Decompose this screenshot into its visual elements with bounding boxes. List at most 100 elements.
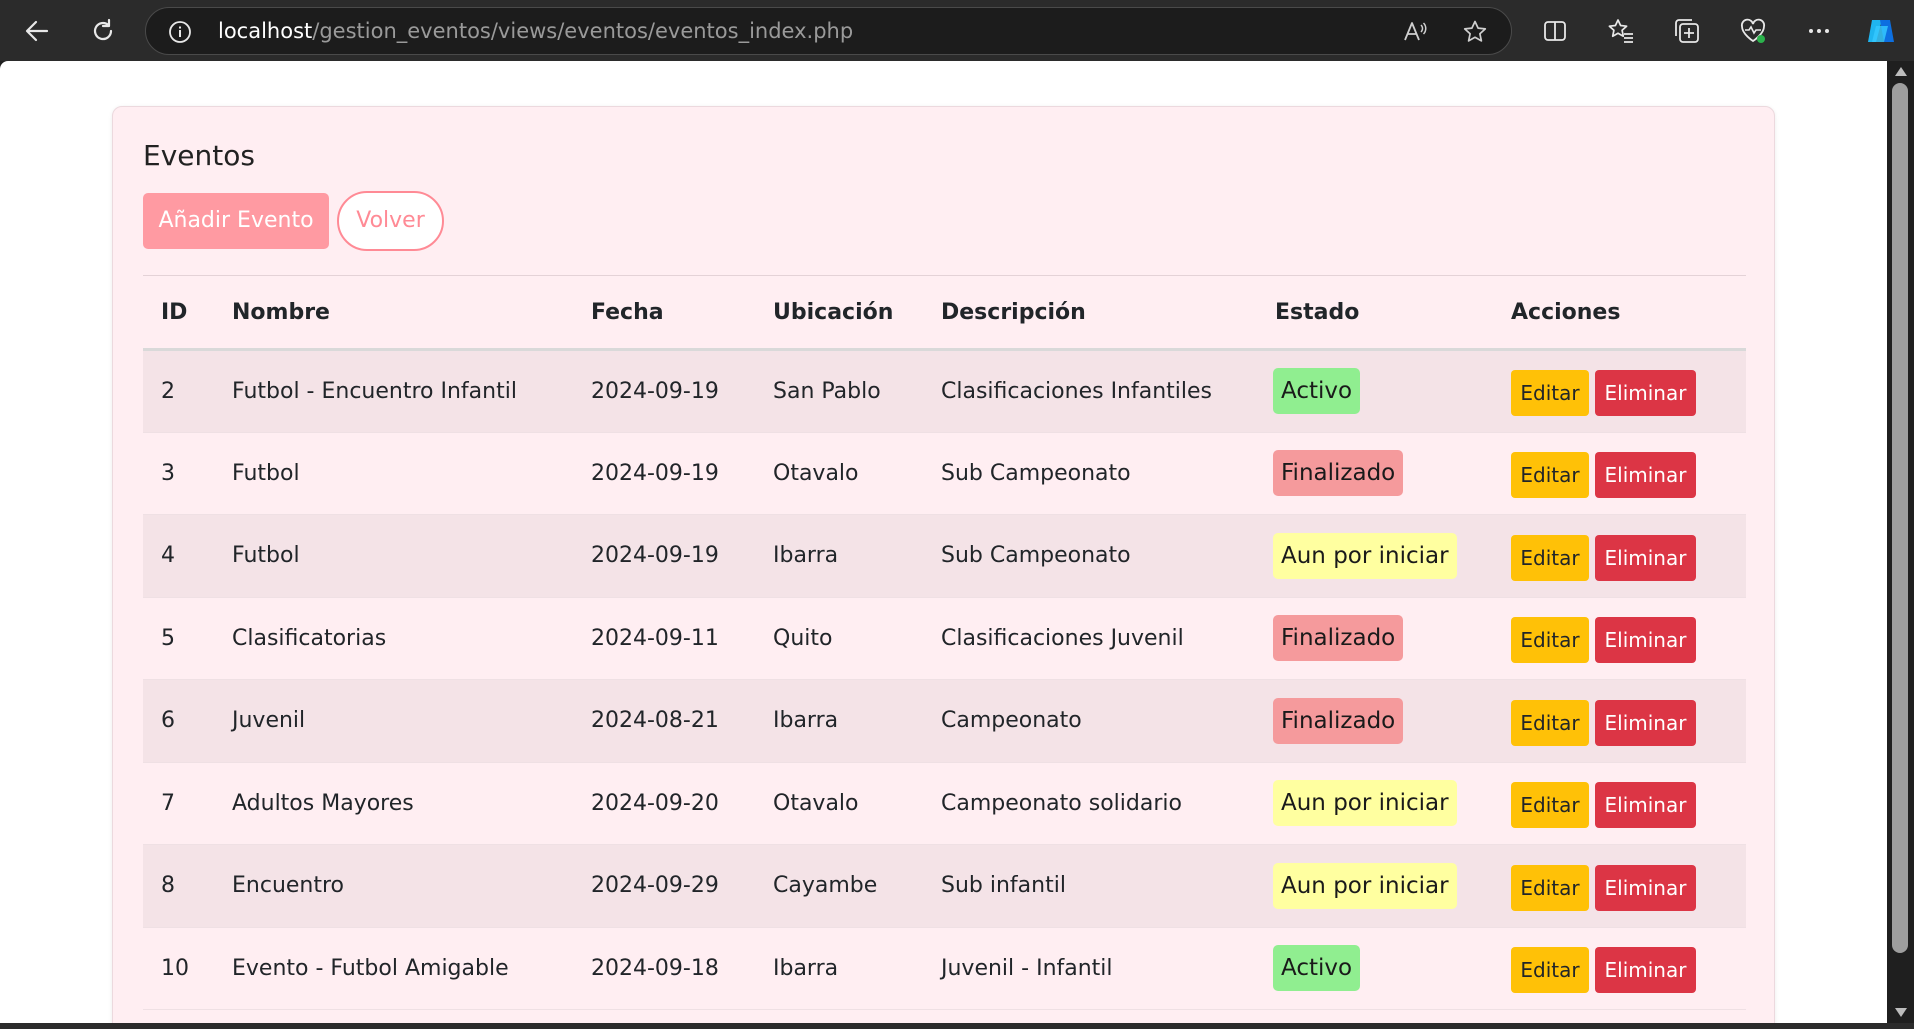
add-event-button[interactable]: Añadir Evento [143, 193, 329, 249]
back-arrow-icon[interactable] [16, 10, 58, 52]
browser-essentials-icon[interactable] [1732, 10, 1774, 52]
browser-toolbar: localhost/gestion_eventos/views/eventos/… [0, 0, 1914, 61]
edit-button[interactable]: Editar [1511, 534, 1589, 581]
favorite-star-icon[interactable] [1462, 19, 1488, 45]
edit-button[interactable]: Editar [1511, 782, 1589, 829]
scroll-down-arrow-icon[interactable] [1895, 1008, 1907, 1017]
cell-descripcion: Clasificaciones Juvenil [923, 597, 1257, 680]
cell-ubicacion: Quito [755, 597, 923, 680]
cell-ubicacion: Otavalo [755, 762, 923, 845]
copilot-icon[interactable] [1860, 10, 1902, 52]
refresh-icon[interactable] [82, 10, 124, 52]
edit-button[interactable]: Editar [1511, 452, 1589, 499]
delete-button[interactable]: Eliminar [1595, 370, 1696, 417]
cell-id: 5 [143, 597, 214, 680]
cell-estado: Finalizado [1257, 597, 1493, 680]
cell-id: 4 [143, 514, 214, 598]
edit-button[interactable]: Editar [1511, 617, 1589, 664]
cell-estado: Activo [1257, 927, 1493, 1010]
edit-button[interactable]: Editar [1511, 864, 1589, 911]
cell-fecha: 2024-09-11 [573, 597, 755, 680]
cell-descripcion: Juvenil - Infantil [923, 927, 1257, 1010]
info-icon[interactable] [168, 20, 192, 44]
delete-button[interactable]: Eliminar [1595, 617, 1696, 664]
table-row: 4 Futbol 2024-09-19 Ibarra Sub Campeonato Aun… [143, 514, 1746, 598]
cell-estado: Finalizado [1257, 432, 1493, 515]
cell-fecha: 2024-09-19 [573, 349, 755, 433]
header-acciones: Acciones [1493, 275, 1746, 351]
events-table-body: 2 Futbol - Encuentro Infantil 2024-09-19 Sa… [143, 349, 1746, 1010]
cell-acciones: Editar Eliminar [1493, 844, 1746, 928]
delete-button[interactable]: Eliminar [1595, 864, 1696, 911]
table-row: 6 Juvenil 2024-08-21 Ibarra Campeonato Finali… [143, 679, 1746, 763]
cell-nombre: Clasificatorias [214, 597, 573, 680]
status-badge: Aun por iniciar [1273, 532, 1457, 579]
table-row: 8 Encuentro 2024-09-29 Cayambe Sub infantil A… [143, 844, 1746, 928]
cell-ubicacion: Cayambe [755, 844, 923, 928]
cell-descripcion: Campeonato solidario [923, 762, 1257, 845]
cell-nombre: Encuentro [214, 844, 573, 928]
delete-button[interactable]: Eliminar [1595, 947, 1696, 994]
cell-descripcion: Clasificaciones Infantiles [923, 349, 1257, 433]
window-bottom-edge [0, 1023, 1914, 1029]
table-row: 3 Futbol 2024-09-19 Otavalo Sub Campeonato Fi… [143, 432, 1746, 515]
cell-descripcion: Campeonato [923, 679, 1257, 763]
edit-button[interactable]: Editar [1511, 947, 1589, 994]
more-icon[interactable] [1798, 10, 1840, 52]
delete-button[interactable]: Eliminar [1595, 782, 1696, 829]
cell-id: 2 [143, 349, 214, 433]
cell-ubicacion: Ibarra [755, 679, 923, 763]
cell-acciones: Editar Eliminar [1493, 514, 1746, 598]
cell-estado: Aun por iniciar [1257, 762, 1493, 845]
cell-nombre: Evento - Futbol Amigable [214, 927, 573, 1010]
cell-fecha: 2024-09-29 [573, 844, 755, 928]
status-badge: Finalizado [1273, 615, 1404, 662]
cell-acciones: Editar Eliminar [1493, 762, 1746, 845]
events-card: Eventos Añadir Evento Volver ID Nombre F… [112, 106, 1775, 1023]
url-text[interactable]: localhost/gestion_eventos/views/eventos/… [218, 19, 853, 43]
status-badge: Activo [1273, 368, 1361, 415]
header-nombre: Nombre [214, 275, 573, 351]
cell-fecha: 2024-08-21 [573, 679, 755, 763]
back-button[interactable]: Volver [337, 191, 444, 251]
edit-button[interactable]: Editar [1511, 699, 1589, 746]
vertical-scrollbar[interactable] [1887, 61, 1914, 1023]
cell-acciones: Editar Eliminar [1493, 349, 1746, 433]
collections-icon[interactable] [1666, 10, 1708, 52]
cell-acciones: Editar Eliminar [1493, 927, 1746, 1010]
cell-nombre: Futbol [214, 514, 573, 598]
cell-ubicacion: Otavalo [755, 432, 923, 515]
delete-button[interactable]: Eliminar [1595, 534, 1696, 581]
header-id: ID [143, 275, 214, 351]
cell-id: 3 [143, 432, 214, 515]
cell-estado: Finalizado [1257, 679, 1493, 763]
read-aloud-icon[interactable] [1402, 19, 1428, 45]
cell-estado: Activo [1257, 349, 1493, 433]
cell-descripcion: Sub Campeonato [923, 514, 1257, 598]
delete-button[interactable]: Eliminar [1595, 699, 1696, 746]
header-fecha: Fecha [573, 275, 755, 351]
delete-button[interactable]: Eliminar [1595, 452, 1696, 499]
cell-fecha: 2024-09-19 [573, 514, 755, 598]
cell-ubicacion: San Pablo [755, 349, 923, 433]
favorites-icon[interactable] [1600, 10, 1642, 52]
events-table: ID Nombre Fecha Ubicación Descripción Es… [143, 275, 1746, 1010]
split-screen-icon[interactable] [1534, 10, 1576, 52]
address-bar[interactable]: localhost/gestion_eventos/views/eventos/… [145, 7, 1512, 55]
cell-descripcion: Sub infantil [923, 844, 1257, 928]
cell-descripcion: Sub Campeonato [923, 432, 1257, 515]
page-title: Eventos [143, 139, 255, 172]
scroll-thumb[interactable] [1892, 83, 1908, 953]
cell-acciones: Editar Eliminar [1493, 597, 1746, 680]
table-header-row: ID Nombre Fecha Ubicación Descripción Es… [143, 275, 1746, 351]
edit-button[interactable]: Editar [1511, 370, 1589, 417]
url-path: /gestion_eventos/views/eventos/eventos_i… [312, 19, 854, 43]
cell-estado: Aun por iniciar [1257, 514, 1493, 598]
cell-ubicacion: Ibarra [755, 927, 923, 1010]
status-badge: Finalizado [1273, 450, 1404, 497]
cell-fecha: 2024-09-18 [573, 927, 755, 1010]
scroll-up-arrow-icon[interactable] [1895, 67, 1907, 76]
cell-acciones: Editar Eliminar [1493, 679, 1746, 763]
status-badge: Aun por iniciar [1273, 780, 1457, 827]
cell-acciones: Editar Eliminar [1493, 432, 1746, 515]
